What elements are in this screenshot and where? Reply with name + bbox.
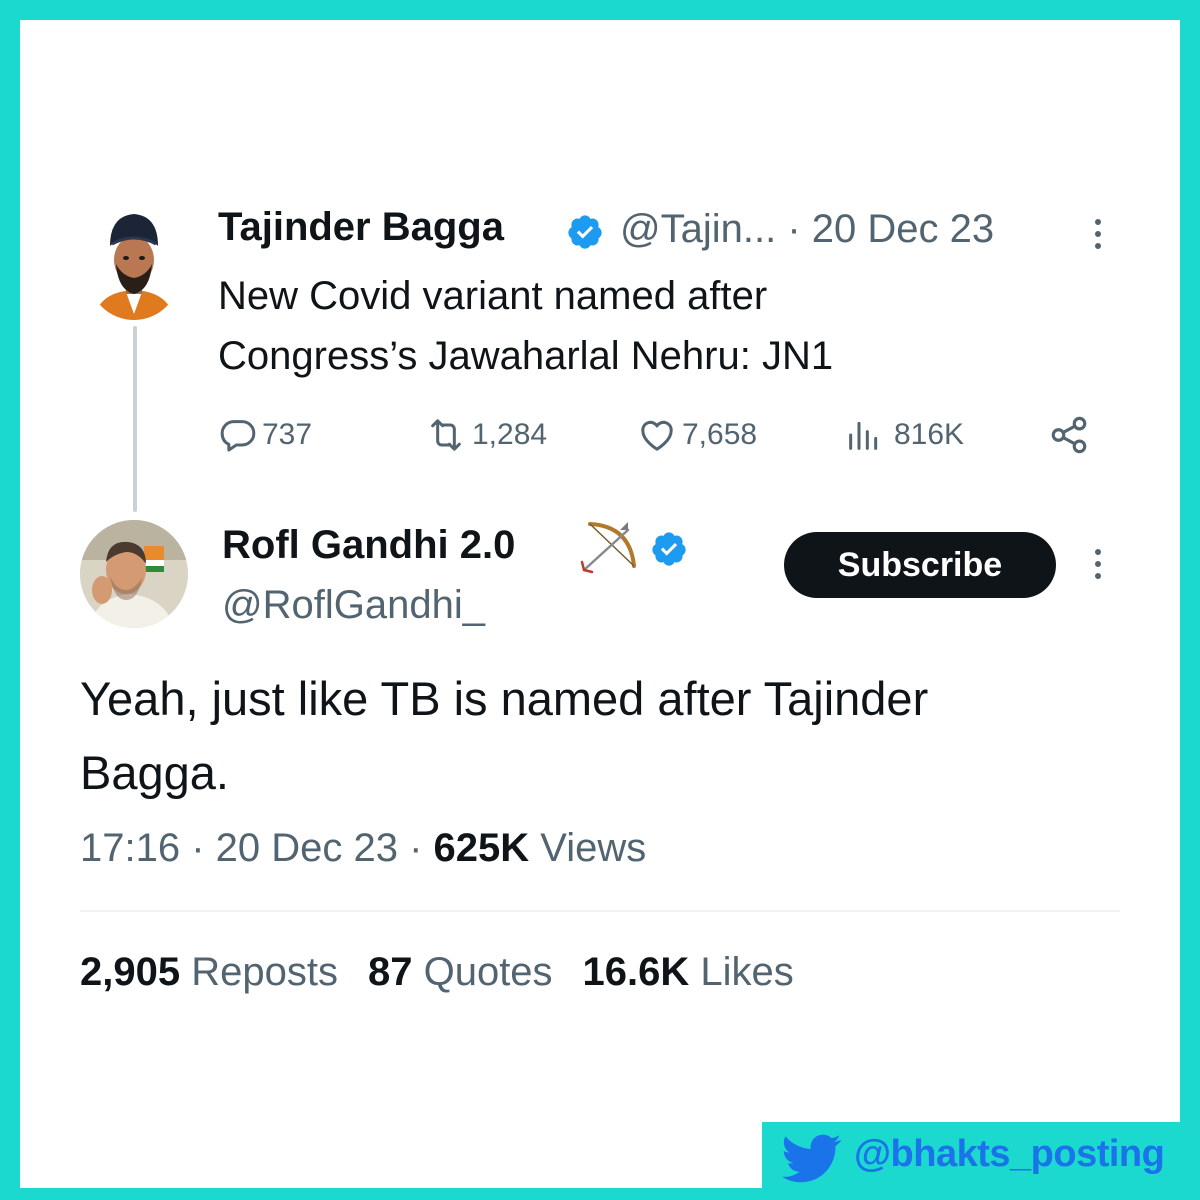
quotes-link[interactable]: 87 Quotes <box>368 950 553 994</box>
avatar-portrait-icon <box>80 520 188 628</box>
reposts-label: Reposts <box>180 950 338 994</box>
subscribe-button[interactable]: Subscribe <box>784 532 1056 598</box>
main-tweet-text: Yeah, just like TB is named after Tajind… <box>80 662 1140 810</box>
like-count: 7,658 <box>682 418 758 451</box>
tweet-screenshot-card <box>20 20 1180 1188</box>
parent-engagement-bar: 737 1,284 7,658 816K <box>218 412 1098 458</box>
watermark-handle: @bhakts_posting <box>854 1133 1165 1175</box>
twitter-bird-icon <box>782 1134 842 1183</box>
parent-text-line-2: Congress’s Jawaharlal Nehru: JN1 <box>218 334 834 378</box>
likes-count: 16.6K <box>582 950 690 994</box>
likes-label: Likes <box>689 950 794 994</box>
parent-handle-date[interactable]: @Tajin... · 20 Dec 23 <box>620 207 994 252</box>
tajinder-avatar[interactable] <box>88 206 180 320</box>
engagement-counts: 2,905 Reposts 87 Quotes 16.6K Likes <box>80 950 794 995</box>
main-text-line-2: Bagga. <box>80 746 229 799</box>
verified-badge-icon <box>652 532 686 566</box>
main-handle[interactable]: @RoflGandhi_ <box>222 583 485 628</box>
like-stat[interactable]: 7,658 <box>636 412 757 458</box>
tweet-timestamp[interactable]: 17:16 · 20 Dec 23 · <box>80 826 434 870</box>
likes-link[interactable]: 16.6K Likes <box>583 950 794 994</box>
views-label: Views <box>529 826 647 870</box>
more-options-icon[interactable] <box>1088 214 1108 254</box>
thread-connector-line <box>133 326 137 512</box>
rofl-gandhi-avatar[interactable] <box>80 520 188 628</box>
main-display-name[interactable]: Rofl Gandhi 2.0 <box>222 523 515 568</box>
verified-badge-icon <box>568 215 602 249</box>
main-text-line-1: Yeah, just like TB is named after Tajind… <box>80 672 929 725</box>
reply-stat[interactable]: 737 <box>218 412 312 458</box>
more-options-icon[interactable] <box>1088 544 1108 584</box>
quotes-label: Quotes <box>412 950 553 994</box>
repost-count: 1,284 <box>472 418 548 451</box>
share-stat[interactable] <box>1048 412 1090 458</box>
parent-tweet-text: New Covid variant named after Congress’s… <box>218 266 1078 386</box>
repost-icon <box>431 419 461 451</box>
tweet-timestamp-views: 17:16 · 20 Dec 23 · 625K Views <box>80 826 646 871</box>
reply-count: 737 <box>262 418 313 451</box>
reply-icon <box>220 420 256 452</box>
parent-text-line-1: New Covid variant named after <box>218 274 768 318</box>
share-icon <box>1051 416 1087 454</box>
parent-display-name[interactable]: Tajinder Bagga <box>218 205 504 250</box>
repost-stat[interactable]: 1,284 <box>424 412 547 458</box>
reposts-link[interactable]: 2,905 Reposts <box>80 950 338 994</box>
reposts-count: 2,905 <box>80 950 181 994</box>
views-count: 816K <box>894 418 965 451</box>
bow-and-arrow-icon <box>580 522 636 574</box>
views-stat[interactable]: 816K <box>844 412 964 458</box>
analytics-icon <box>849 421 878 450</box>
views-count: 625K <box>433 826 530 870</box>
avatar-turban-portrait-icon <box>94 214 174 320</box>
divider <box>80 910 1120 912</box>
quotes-count: 87 <box>367 950 413 994</box>
heart-icon <box>641 420 673 451</box>
